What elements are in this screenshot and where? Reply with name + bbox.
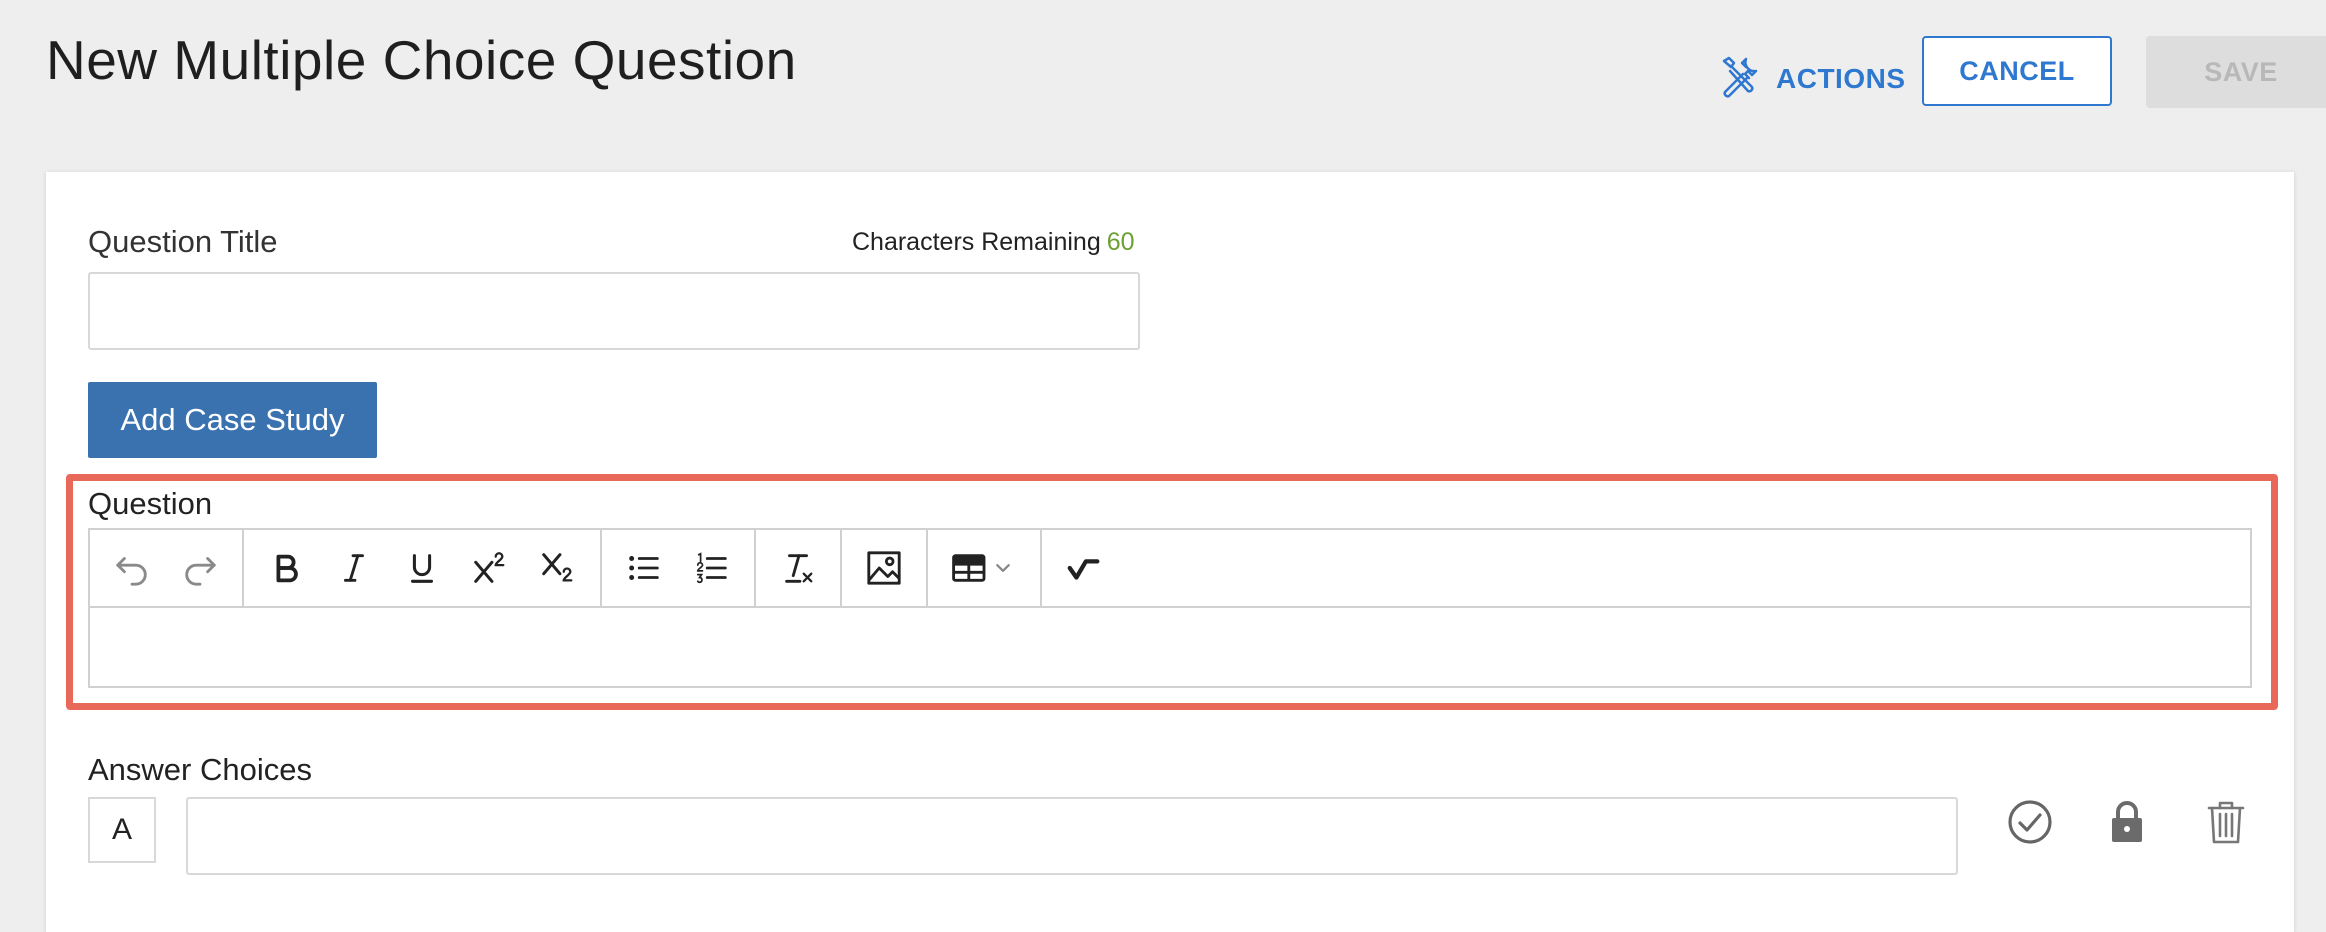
add-case-study-button[interactable]: Add Case Study (88, 382, 377, 458)
underline-icon[interactable] (388, 538, 456, 598)
lock-icon[interactable] (2101, 796, 2153, 848)
redo-icon[interactable] (166, 538, 234, 598)
list-group (602, 530, 756, 606)
numbered-list-icon[interactable] (678, 538, 746, 598)
page-title: New Multiple Choice Question (46, 29, 797, 91)
characters-remaining: Characters Remaining 60 (852, 228, 1135, 257)
answer-choices-label: Answer Choices (88, 752, 312, 787)
math-group (1042, 530, 1126, 606)
math-icon[interactable] (1050, 538, 1118, 598)
mark-correct-icon[interactable] (2004, 796, 2056, 848)
question-title-input[interactable] (88, 272, 1140, 350)
clear-formatting-icon[interactable] (764, 538, 832, 598)
cancel-button[interactable]: CANCEL (1922, 36, 2112, 106)
table-group (928, 530, 1042, 606)
actions-label: ACTIONS (1776, 63, 1906, 94)
choice-letter: A (88, 797, 156, 863)
media-group (842, 530, 928, 606)
italic-icon[interactable] (320, 538, 388, 598)
rich-text-toolbar (88, 528, 2252, 608)
question-title-label: Question Title (88, 224, 278, 259)
question-label: Question (88, 486, 213, 521)
undo-icon[interactable] (98, 538, 166, 598)
subscript-icon[interactable] (524, 538, 592, 598)
trash-icon[interactable] (2200, 796, 2252, 848)
actions-button[interactable]: ACTIONS (1716, 50, 1906, 108)
bulleted-list-icon[interactable] (610, 538, 678, 598)
save-button[interactable]: SAVE (2146, 36, 2326, 108)
history-group (90, 530, 244, 606)
bold-icon[interactable] (252, 538, 320, 598)
format-group (244, 530, 602, 606)
choice-input[interactable] (186, 797, 1958, 875)
characters-remaining-count: 60 (1106, 228, 1135, 256)
clear-group (756, 530, 842, 606)
superscript-icon[interactable] (456, 538, 524, 598)
table-icon[interactable] (936, 538, 1032, 598)
characters-remaining-label: Characters Remaining (852, 228, 1101, 256)
tools-icon (1716, 51, 1766, 108)
image-icon[interactable] (850, 538, 918, 598)
question-editor[interactable] (88, 608, 2252, 688)
